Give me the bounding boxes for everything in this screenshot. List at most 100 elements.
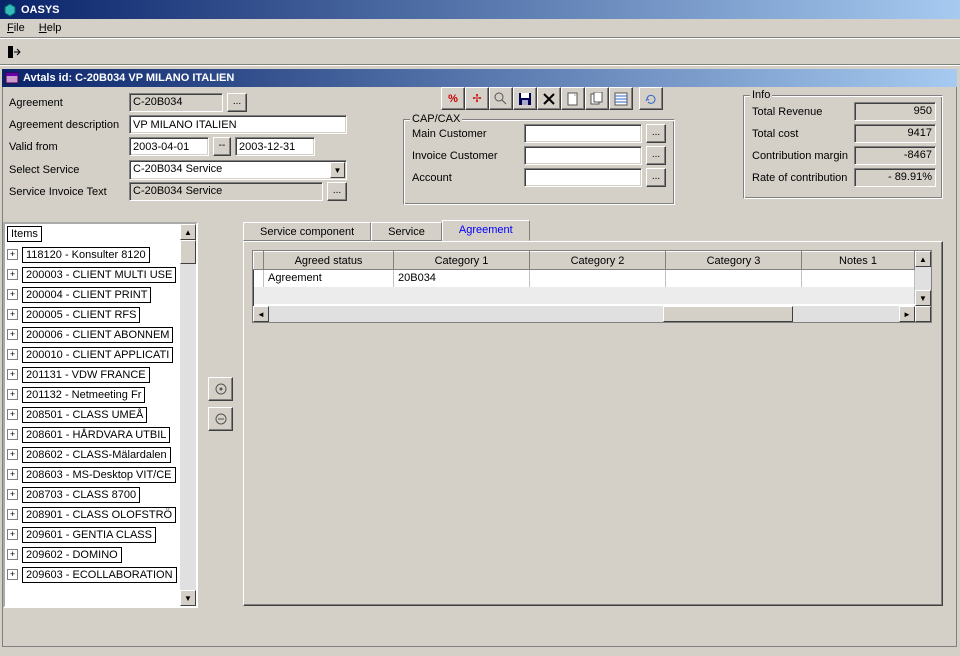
table-row[interactable]: Agreement 20B034 xyxy=(254,270,915,287)
list-item[interactable]: +209603 - ECOLLABORATION xyxy=(7,565,178,584)
list-item[interactable]: +200003 - CLIENT MULTI USE xyxy=(7,265,178,284)
list-item[interactable]: +200005 - CLIENT RFS xyxy=(7,305,178,324)
expand-icon[interactable]: + xyxy=(7,449,18,460)
col-category-2[interactable]: Category 2 xyxy=(530,252,666,270)
list-item[interactable]: +209601 - GENTIA CLASS xyxy=(7,525,178,544)
hscroll-thumb[interactable] xyxy=(663,306,793,322)
list-icon[interactable] xyxy=(609,87,633,110)
expand-icon[interactable]: + xyxy=(7,369,18,380)
col-category-3[interactable]: Category 3 xyxy=(666,252,802,270)
list-item[interactable]: +208901 - CLASS OLOFSTRÖ xyxy=(7,505,178,524)
items-tree[interactable]: Items +118120 - Konsulter 8120+200003 - … xyxy=(5,224,180,606)
child-body: Agreement C-20B034 ... Agreement descrip… xyxy=(2,87,957,647)
app-title: OASYS xyxy=(21,4,60,16)
list-item[interactable]: +208603 - MS-Desktop VIT/CE xyxy=(7,465,178,484)
col-agreed-status[interactable]: Agreed status xyxy=(264,252,394,270)
field-main-customer[interactable] xyxy=(524,124,642,143)
list-item[interactable]: +200006 - CLIENT ABONNEM xyxy=(7,325,178,344)
table-row[interactable] xyxy=(254,287,915,304)
scroll-thumb[interactable] xyxy=(180,240,196,264)
field-description[interactable] xyxy=(129,115,347,134)
tree-scrollbar[interactable]: ▲ ▼ xyxy=(180,224,196,606)
expand-icon[interactable]: + xyxy=(7,409,18,420)
save-icon[interactable] xyxy=(513,87,537,110)
list-item[interactable]: +208602 - CLASS-Mälardalen xyxy=(7,445,178,464)
list-item[interactable]: +201132 - Netmeeting Fr xyxy=(7,385,178,404)
tab-agreement[interactable]: Agreement xyxy=(442,220,530,241)
agreement-grid[interactable]: Agreed status Category 1 Category 2 Cate… xyxy=(252,250,932,323)
browse-service-invoice-button[interactable]: ... xyxy=(327,182,347,201)
list-item[interactable]: +200004 - CLIENT PRINT xyxy=(7,285,178,304)
menu-help[interactable]: Help xyxy=(32,20,69,36)
new-icon[interactable] xyxy=(561,87,585,110)
expand-icon[interactable]: + xyxy=(7,249,18,260)
label-total-revenue: Total Revenue xyxy=(752,106,822,118)
scroll-right-icon[interactable]: ► xyxy=(899,306,915,322)
list-item[interactable]: +208501 - CLASS UMEÅ xyxy=(7,405,178,424)
field-account[interactable] xyxy=(524,168,642,187)
expand-icon[interactable]: + xyxy=(7,549,18,560)
expand-icon[interactable]: + xyxy=(7,329,18,340)
browse-agreement-button[interactable]: ... xyxy=(227,93,247,112)
value-total-revenue: 950 xyxy=(854,102,936,121)
search-icon[interactable] xyxy=(489,87,513,110)
tab-strip: Service component Service Agreement xyxy=(243,220,943,241)
list-item[interactable]: +208703 - CLASS 8700 xyxy=(7,485,178,504)
expand-icon[interactable]: + xyxy=(7,289,18,300)
scroll-up-icon[interactable]: ▲ xyxy=(915,251,931,267)
copy-icon[interactable] xyxy=(585,87,609,110)
list-item[interactable]: +118120 - Konsulter 8120 xyxy=(7,245,178,264)
scroll-down-icon[interactable]: ▼ xyxy=(180,590,196,606)
expand-icon[interactable]: + xyxy=(7,269,18,280)
scroll-left-icon[interactable]: ◄ xyxy=(253,306,269,322)
label-description: Agreement description xyxy=(9,119,119,131)
expand-icon[interactable]: + xyxy=(7,489,18,500)
list-item[interactable]: +208601 - HÅRDVARA UTBIL xyxy=(7,425,178,444)
field-service-invoice: C-20B034 Service xyxy=(129,182,323,201)
expand-icon[interactable]: + xyxy=(7,569,18,580)
list-item[interactable]: +201131 - VDW FRANCE xyxy=(7,365,178,384)
valid-separator-button[interactable]: -- xyxy=(213,137,231,156)
col-category-1[interactable]: Category 1 xyxy=(394,252,530,270)
expand-icon[interactable]: + xyxy=(7,309,18,320)
grid-hscroll[interactable]: ◄ ► xyxy=(253,306,931,322)
app-titlebar: OASYS xyxy=(0,0,960,19)
field-invoice-customer[interactable] xyxy=(524,146,642,165)
list-item[interactable]: +209602 - DOMINO xyxy=(7,545,178,564)
add-item-button[interactable] xyxy=(208,377,233,401)
expand-icon[interactable]: + xyxy=(7,469,18,480)
info-title: Info xyxy=(750,89,772,101)
grid-vscroll[interactable]: ▲ ▼ xyxy=(915,251,931,306)
field-valid-from[interactable] xyxy=(129,137,209,156)
tab-service[interactable]: Service xyxy=(371,222,442,241)
delete-icon[interactable] xyxy=(537,87,561,110)
scroll-up-icon[interactable]: ▲ xyxy=(180,224,196,240)
expand-icon[interactable]: + xyxy=(7,529,18,540)
browse-main-customer-button[interactable]: ... xyxy=(646,124,666,143)
col-notes-1[interactable]: Notes 1 xyxy=(802,252,915,270)
tree-node-label: 118120 - Konsulter 8120 xyxy=(22,247,150,263)
tab-service-component[interactable]: Service component xyxy=(243,222,371,241)
sparkle-icon[interactable]: ✢ xyxy=(465,87,489,110)
tree-node-label: 201132 - Netmeeting Fr xyxy=(22,387,145,403)
grid-header-row: Agreed status Category 1 Category 2 Cate… xyxy=(254,252,915,270)
browse-account-button[interactable]: ... xyxy=(646,168,666,187)
list-item[interactable]: +200010 - CLIENT APPLICATI xyxy=(7,345,178,364)
select-service-dropdown[interactable]: C-20B034 Service ▼ xyxy=(129,160,347,180)
menu-file[interactable]: File xyxy=(0,20,32,36)
tree-node-label: 200006 - CLIENT ABONNEM xyxy=(22,327,173,343)
expand-icon[interactable]: + xyxy=(7,389,18,400)
scroll-down-icon[interactable]: ▼ xyxy=(915,290,931,306)
label-rate: Rate of contribution xyxy=(752,172,847,184)
remove-item-button[interactable] xyxy=(208,407,233,431)
percent-icon[interactable]: % xyxy=(441,87,465,110)
browse-invoice-customer-button[interactable]: ... xyxy=(646,146,666,165)
expand-icon[interactable]: + xyxy=(7,509,18,520)
value-rate: - 89.91% xyxy=(854,168,936,187)
refresh-icon[interactable] xyxy=(639,87,663,110)
label-contribution-margin: Contribution margin xyxy=(752,150,848,162)
field-valid-to[interactable] xyxy=(235,137,315,156)
expand-icon[interactable]: + xyxy=(7,349,18,360)
expand-icon[interactable]: + xyxy=(7,429,18,440)
exit-icon[interactable] xyxy=(2,41,26,63)
